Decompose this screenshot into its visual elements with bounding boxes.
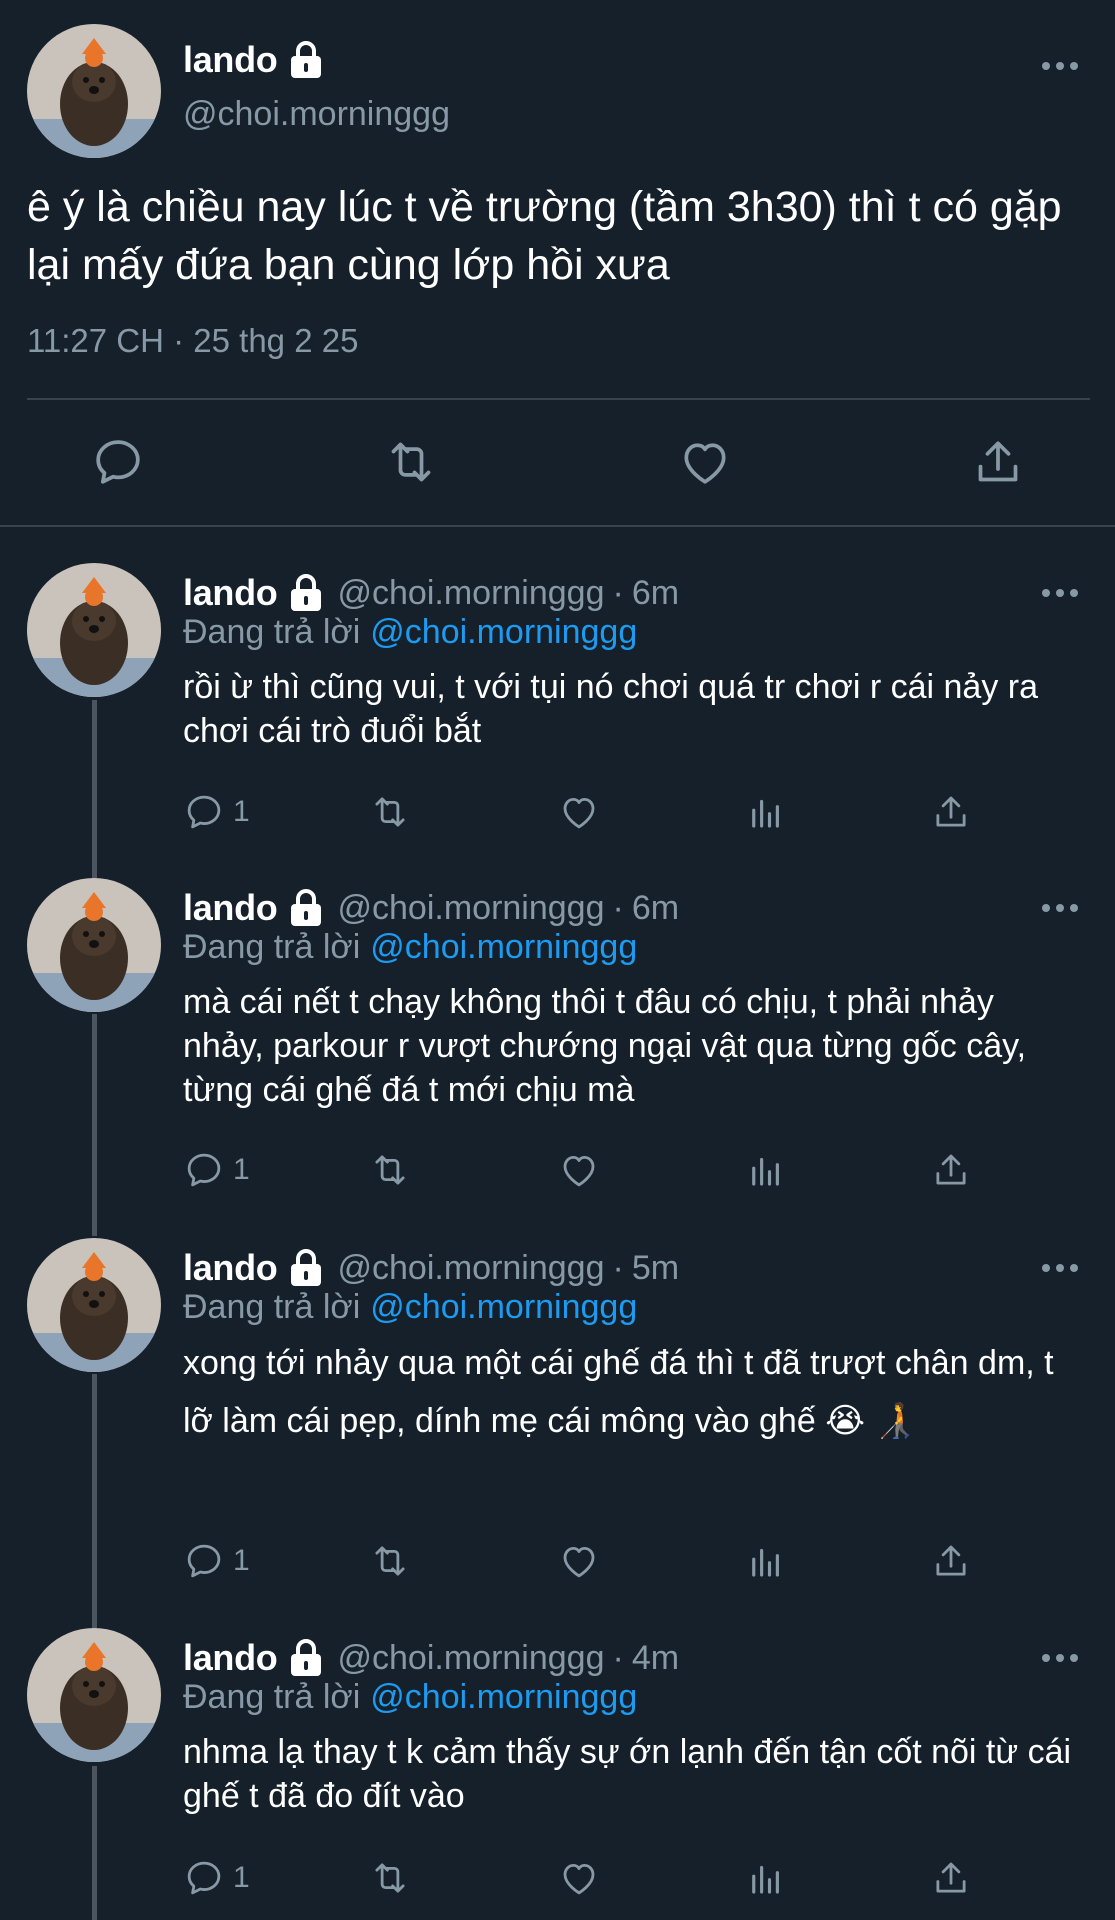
separator: · (612, 1248, 624, 1287)
reply-icon (187, 1861, 221, 1895)
like-icon[interactable] (558, 1539, 600, 1583)
tweet-timestamp[interactable]: 11:27 CH · 25 thg 2 25 (27, 322, 358, 360)
reply-icon[interactable] (90, 434, 146, 490)
reply-icon (187, 795, 221, 829)
replying-to: Đang trả lời @choi.morninggg (183, 613, 637, 652)
like-icon[interactable] (677, 434, 733, 490)
replying-label: Đang trả lời (183, 1678, 361, 1716)
views-icon[interactable] (745, 1856, 787, 1900)
like-icon[interactable] (558, 1856, 600, 1900)
reply-button[interactable]: 1 (183, 1148, 250, 1192)
like-icon[interactable] (558, 790, 600, 834)
author-name[interactable]: lando (183, 1247, 278, 1289)
replying-to: Đang trả lời @choi.morninggg (183, 1288, 637, 1327)
reply-time[interactable]: 6m (632, 889, 679, 928)
reply-time[interactable]: 4m (632, 1639, 679, 1678)
avatar[interactable] (27, 878, 161, 1012)
replying-to: Đang trả lời @choi.morninggg (183, 1678, 637, 1717)
author-name[interactable]: lando (183, 39, 278, 81)
share-icon[interactable] (930, 1148, 972, 1192)
author-handle[interactable]: @choi.morninggg (338, 1639, 605, 1678)
retweet-icon[interactable] (383, 434, 439, 490)
more-options-icon[interactable] (1040, 900, 1080, 916)
retweet-icon[interactable] (369, 790, 411, 834)
author-name[interactable]: lando (183, 572, 278, 614)
avatar[interactable] (27, 563, 161, 697)
reply-button[interactable]: 1 (183, 1856, 250, 1900)
reply-header: lando @choi.morninggg · 6m (183, 886, 679, 930)
author-handle[interactable]: @choi.morninggg (338, 889, 605, 928)
more-options-icon[interactable] (1040, 1260, 1080, 1276)
mention-link[interactable]: @choi.morninggg (370, 928, 637, 966)
reply-count: 1 (233, 1544, 250, 1577)
more-options-icon[interactable] (1040, 58, 1080, 74)
replying-label: Đang trả lời (183, 928, 361, 966)
like-icon[interactable] (558, 1148, 600, 1192)
views-icon[interactable] (745, 1539, 787, 1583)
more-options-icon[interactable] (1040, 1650, 1080, 1666)
reply-header: lando @choi.morninggg · 4m (183, 1636, 679, 1680)
mention-link[interactable]: @choi.morninggg (370, 1678, 637, 1716)
avatar[interactable] (27, 1628, 161, 1762)
avatar[interactable] (27, 24, 161, 158)
reply-header: lando @choi.morninggg · 6m (183, 571, 679, 615)
separator: · (612, 573, 624, 612)
replying-to: Đang trả lời @choi.morninggg (183, 928, 637, 967)
author-handle[interactable]: @choi.morninggg (183, 95, 450, 134)
reply-button[interactable]: 1 (183, 790, 250, 834)
avatar[interactable] (27, 1238, 161, 1372)
separator: · (612, 1638, 624, 1677)
reply-tweet[interactable]: lando @choi.morninggg · 6m Đang trả lời @… (0, 878, 1115, 1198)
views-icon[interactable] (745, 1148, 787, 1192)
reply-text: xong tới nhảy qua một cái ghế đá thì t đ… (183, 1344, 1054, 1440)
reply-text: nhma lạ thay t k cảm thấy sự ớn lạnh đến… (183, 1733, 1072, 1815)
reply-icon (187, 1544, 221, 1578)
lock-icon (288, 888, 324, 928)
reply-tweet[interactable]: lando @choi.morninggg · 6m Đang trả lời @… (0, 563, 1115, 843)
author-row: lando (183, 38, 324, 82)
share-icon[interactable] (930, 790, 972, 834)
reply-icon (187, 1153, 221, 1187)
reply-header: lando @choi.morninggg · 5m (183, 1246, 679, 1290)
author-handle[interactable]: @choi.morninggg (338, 1249, 605, 1288)
reply-text: rồi ừ thì cũng vui, t với tụi nó chơi qu… (183, 668, 1038, 750)
lock-icon (288, 573, 324, 613)
retweet-icon[interactable] (369, 1856, 411, 1900)
tweet-text: ê ý là chiều nay lúc t về trường (tầm 3h… (27, 183, 1062, 289)
share-icon[interactable] (970, 434, 1026, 490)
reply-tweet[interactable]: lando @choi.morninggg · 5m Đang trả lời @… (0, 1238, 1115, 1588)
more-options-icon[interactable] (1040, 585, 1080, 601)
reply-time[interactable]: 5m (632, 1249, 679, 1288)
reply-count: 1 (233, 1861, 250, 1894)
replying-label: Đang trả lời (183, 613, 361, 651)
reply-time[interactable]: 6m (632, 574, 679, 613)
share-icon[interactable] (930, 1539, 972, 1583)
replying-label: Đang trả lời (183, 1288, 361, 1326)
lock-icon (288, 1638, 324, 1678)
divider (27, 398, 1090, 400)
lock-icon (288, 1248, 324, 1288)
author-name[interactable]: lando (183, 887, 278, 929)
separator: · (612, 888, 624, 927)
reply-text: mà cái nết t chạy không thôi t đâu có ch… (183, 983, 1027, 1109)
author-name[interactable]: lando (183, 1637, 278, 1679)
lock-icon (288, 40, 324, 80)
share-icon[interactable] (930, 1856, 972, 1900)
retweet-icon[interactable] (369, 1539, 411, 1583)
main-tweet: lando @choi.morninggg ê ý là chiều nay l… (0, 0, 1115, 527)
reply-count: 1 (233, 795, 250, 828)
mention-link[interactable]: @choi.morninggg (370, 1288, 637, 1326)
reply-tweet[interactable]: lando @choi.morninggg · 4m Đang trả lời @… (0, 1628, 1115, 1918)
author-handle[interactable]: @choi.morninggg (338, 574, 605, 613)
reply-count: 1 (233, 1153, 250, 1186)
mention-link[interactable]: @choi.morninggg (370, 613, 637, 651)
reply-button[interactable]: 1 (183, 1539, 250, 1583)
retweet-icon[interactable] (369, 1148, 411, 1192)
views-icon[interactable] (745, 790, 787, 834)
